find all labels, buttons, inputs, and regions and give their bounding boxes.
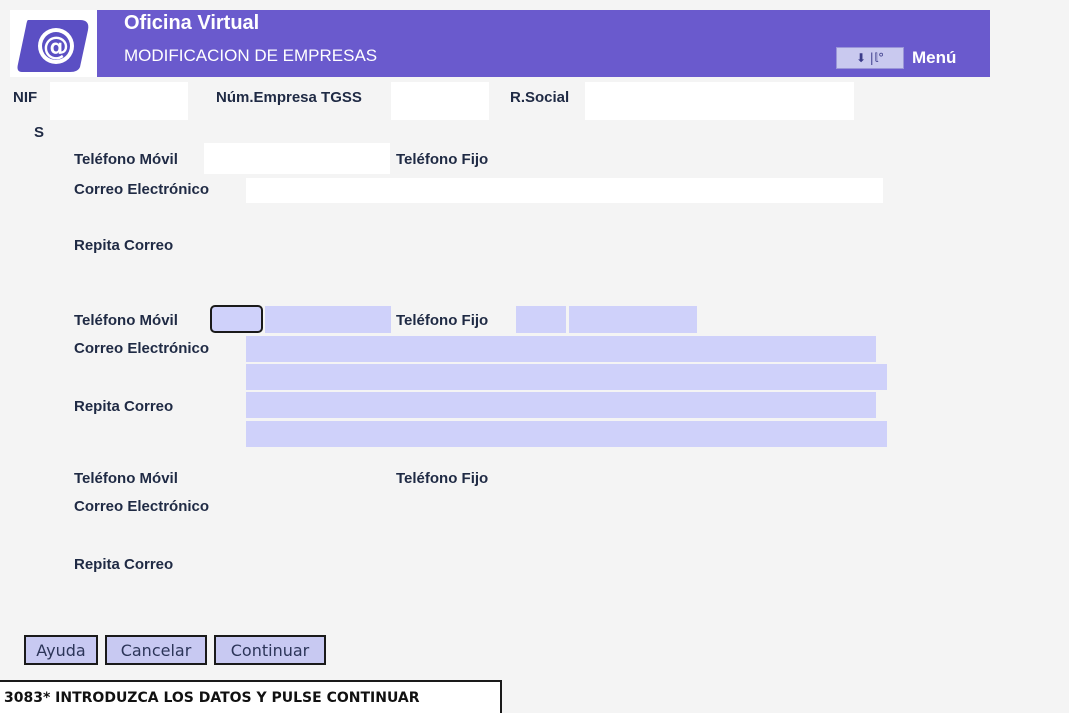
- block2-fixed-label: Teléfono Fijo: [396, 312, 489, 329]
- help-button[interactable]: Ayuda: [24, 635, 98, 665]
- email-input-line2[interactable]: [246, 364, 887, 390]
- rsocial-value: [585, 82, 854, 120]
- fixed-number-input[interactable]: [569, 306, 697, 333]
- block1-mobile-label: Teléfono Móvil: [74, 151, 178, 168]
- mobile-number-input[interactable]: [265, 306, 391, 333]
- block2-email-label: Correo Electrónico: [74, 340, 210, 357]
- rsocial-label: R.Social: [510, 89, 570, 106]
- s-label: S: [34, 124, 45, 141]
- block2-mobile-label: Teléfono Móvil: [74, 312, 178, 329]
- mobile-prefix-input[interactable]: [210, 305, 263, 333]
- block1-fixed-label: Teléfono Fijo: [396, 151, 489, 168]
- email-input-line1[interactable]: [246, 336, 876, 362]
- block2-repeat-label: Repita Correo: [74, 398, 174, 415]
- block3-mobile-label: Teléfono Móvil: [74, 470, 178, 487]
- nif-label: NIF: [13, 89, 38, 106]
- block1-repeat-label: Repita Correo: [74, 237, 174, 254]
- oficina-virtual-logo: @: [10, 10, 97, 77]
- block3-repeat-label: Repita Correo: [74, 556, 174, 573]
- fixed-prefix-input[interactable]: [516, 306, 566, 333]
- menu-download-icon[interactable]: ⬇ |𝕝°: [836, 47, 904, 69]
- continue-button[interactable]: Continuar: [214, 635, 326, 665]
- svg-text:@: @: [43, 32, 69, 62]
- page-subtitle: MODIFICACION DE EMPRESAS: [124, 46, 378, 65]
- menu-link[interactable]: Menú: [912, 48, 956, 68]
- at-sign-logo-icon: @: [10, 10, 97, 77]
- block1-email-label: Correo Electrónico: [74, 181, 210, 198]
- num-empresa-label: Núm.Empresa TGSS: [216, 89, 362, 106]
- repeat-email-input-line2[interactable]: [246, 421, 887, 447]
- block1-mobile-value: [204, 143, 390, 174]
- num-empresa-value: [391, 82, 489, 120]
- app-title: Oficina Virtual: [124, 12, 260, 34]
- block1-email-value: [246, 178, 883, 203]
- block3-fixed-label: Teléfono Fijo: [396, 470, 489, 487]
- nif-value: [50, 82, 188, 120]
- block3-email-label: Correo Electrónico: [74, 498, 210, 515]
- status-message: 3083* INTRODUZCA LOS DATOS Y PULSE CONTI…: [0, 680, 502, 713]
- menu-area[interactable]: ⬇ |𝕝° Menú: [836, 47, 956, 69]
- cancel-button[interactable]: Cancelar: [105, 635, 207, 665]
- repeat-email-input-line1[interactable]: [246, 392, 876, 418]
